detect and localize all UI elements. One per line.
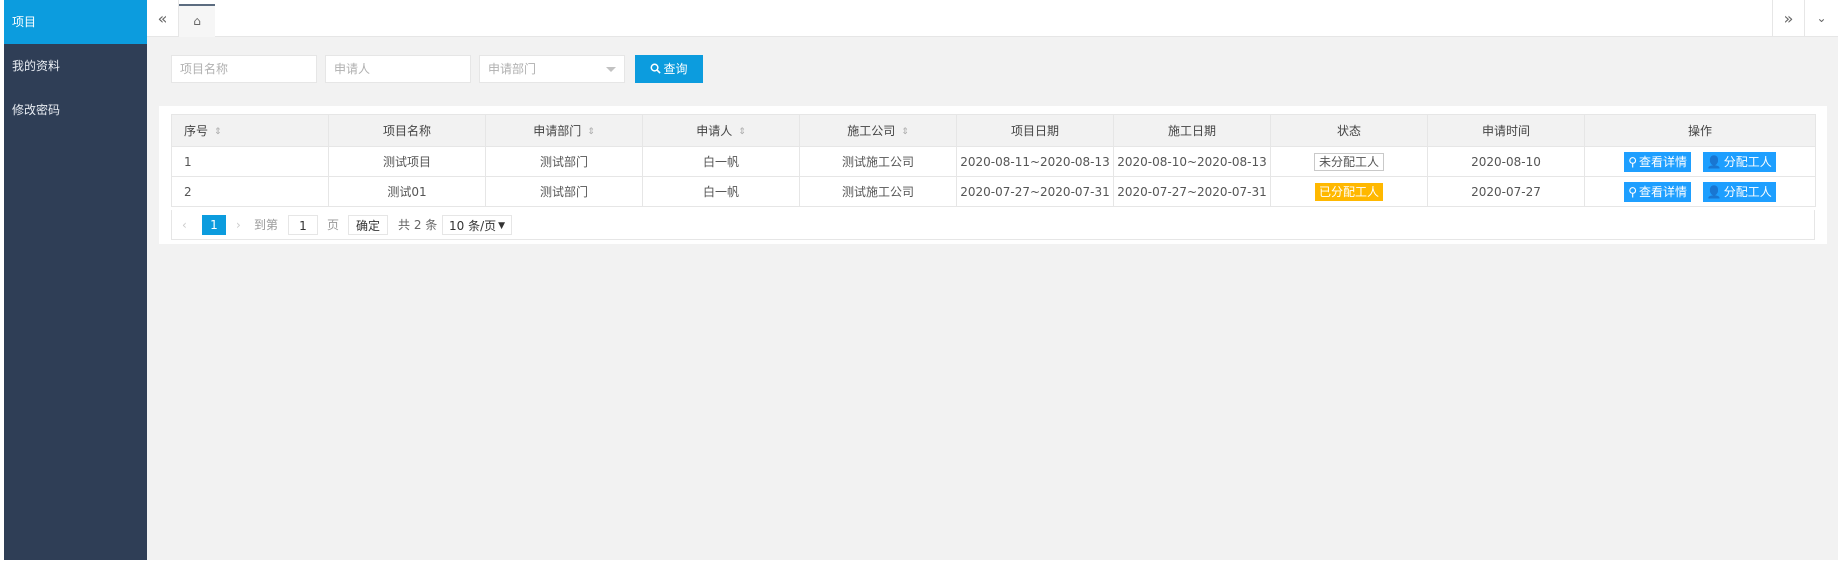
- goto-confirm-button[interactable]: 确定: [348, 215, 388, 235]
- col-header-company-label: 施工公司: [847, 124, 896, 138]
- page-unit-label: 页: [327, 218, 340, 232]
- cell-company: 测试施工公司: [799, 146, 957, 177]
- sort-icon[interactable]: ⇕: [587, 127, 595, 137]
- col-header-project-date: 项目日期: [956, 114, 1114, 147]
- sidebar-item-change-password[interactable]: 修改密码: [4, 88, 147, 132]
- view-details-label: 查看详情: [1638, 184, 1687, 199]
- department-select[interactable]: 申请部门: [479, 55, 625, 83]
- tab-more-chevron-down-icon[interactable]: ⌄: [1804, 0, 1838, 37]
- sort-icon[interactable]: ⇕: [901, 127, 909, 137]
- search-icon: ⚲: [1628, 154, 1637, 169]
- col-header-apply-time: 申请时间: [1427, 114, 1585, 147]
- sidebar-item-project[interactable]: 项目: [4, 0, 147, 44]
- cell-status: 已分配工人: [1270, 176, 1428, 207]
- query-button[interactable]: 查询: [635, 55, 703, 83]
- cell-status: 未分配工人: [1270, 146, 1428, 177]
- sidebar-item-my-profile[interactable]: 我的资料: [4, 44, 147, 88]
- goto-page-input[interactable]: 1: [288, 215, 318, 235]
- col-header-construction-date: 施工日期: [1113, 114, 1271, 147]
- view-details-label: 查看详情: [1638, 154, 1687, 169]
- cell-construction-date: 2020-07-27~2020-07-31: [1113, 176, 1271, 207]
- search-icon: ⚲: [1628, 184, 1637, 199]
- col-header-index[interactable]: 序号 ⇕: [171, 114, 329, 147]
- cell-operations: ⚲ 查看详情 👤 分配工人: [1584, 176, 1816, 207]
- assign-worker-label: 分配工人: [1723, 184, 1772, 199]
- cell-index: 2: [171, 176, 329, 207]
- current-page-button[interactable]: 1: [202, 215, 226, 235]
- user-icon: 👤: [1706, 184, 1722, 199]
- window-edge-bottom: [0, 560, 1842, 564]
- cell-applicant: 白一帆: [642, 146, 800, 177]
- col-header-status: 状态: [1270, 114, 1428, 147]
- col-header-applicant-label: 申请人: [696, 124, 733, 138]
- project-table: 序号 ⇕ 项目名称 申请部门 ⇕ 申请人 ⇕ 施工公司 ⇕ 项目日期 施工日期 状态 申…: [171, 114, 1816, 207]
- applicant-input[interactable]: [325, 55, 471, 83]
- sort-icon[interactable]: ⇕: [738, 127, 746, 137]
- page-size-select[interactable]: 10 条/页 ▼: [442, 215, 512, 235]
- cell-applicant: 白一帆: [642, 176, 800, 207]
- cell-name: 测试01: [328, 176, 486, 207]
- assign-worker-button[interactable]: 👤 分配工人: [1702, 181, 1776, 202]
- tab-home[interactable]: ⌂: [179, 4, 215, 37]
- col-header-index-label: 序号: [184, 124, 209, 138]
- table-panel: 序号 ⇕ 项目名称 申请部门 ⇕ 申请人 ⇕ 施工公司 ⇕ 项目日期 施工日期 状态 申…: [159, 106, 1827, 244]
- cell-project-date: 2020-08-11~2020-08-13: [956, 146, 1114, 177]
- cell-department: 测试部门: [485, 146, 643, 177]
- col-header-department[interactable]: 申请部门 ⇕: [485, 114, 643, 147]
- col-header-applicant[interactable]: 申请人 ⇕: [642, 114, 800, 147]
- prev-page-chevron-left-icon[interactable]: ‹: [182, 215, 187, 235]
- col-header-department-label: 申请部门: [533, 124, 582, 138]
- assign-worker-label: 分配工人: [1723, 154, 1772, 169]
- search-icon: [651, 63, 662, 74]
- tab-scroll-right-icon[interactable]: »: [1772, 0, 1804, 37]
- cell-apply-time: 2020-07-27: [1427, 176, 1585, 207]
- total-count: 共 2 条: [398, 218, 438, 232]
- col-header-company[interactable]: 施工公司 ⇕: [799, 114, 957, 147]
- page-size-value: 10 条/页: [449, 219, 497, 233]
- tab-scroll-left-icon[interactable]: «: [147, 0, 179, 37]
- cell-name: 测试项目: [328, 146, 486, 177]
- cell-construction-date: 2020-08-10~2020-08-13: [1113, 146, 1271, 177]
- cell-company: 测试施工公司: [799, 176, 957, 207]
- cell-department: 测试部门: [485, 176, 643, 207]
- status-badge: 已分配工人: [1314, 182, 1383, 201]
- col-header-operations: 操作: [1584, 114, 1816, 147]
- col-header-name: 项目名称: [328, 114, 486, 147]
- assign-worker-button[interactable]: 👤 分配工人: [1702, 151, 1776, 172]
- app-window: 项目 我的资料 修改密码 « ⌂ » ⌄ 申请部门 查询: [0, 0, 1842, 564]
- sidebar: 项目 我的资料 修改密码: [4, 0, 147, 560]
- query-button-label: 查询: [663, 62, 688, 76]
- goto-label: 到第: [254, 218, 279, 232]
- cell-operations: ⚲ 查看详情 👤 分配工人: [1584, 146, 1816, 177]
- view-details-button[interactable]: ⚲ 查看详情: [1624, 151, 1691, 172]
- status-badge: 未分配工人: [1313, 152, 1384, 171]
- home-icon: ⌂: [193, 14, 201, 28]
- cell-index: 1: [171, 146, 329, 177]
- window-edge-right: [1838, 0, 1842, 564]
- cell-project-date: 2020-07-27~2020-07-31: [956, 176, 1114, 207]
- caret-down-icon: ▼: [498, 221, 505, 231]
- tab-bar: « ⌂ » ⌄: [147, 0, 1838, 37]
- department-select-placeholder: 申请部门: [488, 62, 537, 76]
- caret-down-icon: [606, 67, 616, 72]
- main-content: « ⌂ » ⌄ 申请部门 查询: [147, 0, 1838, 560]
- user-icon: 👤: [1706, 154, 1722, 169]
- table-row: 1 测试项目 测试部门 白一帆 测试施工公司 2020-08-11~2020-0…: [171, 146, 1816, 177]
- next-page-chevron-right-icon[interactable]: ›: [236, 215, 241, 235]
- sort-icon[interactable]: ⇕: [214, 127, 222, 137]
- table-row: 2 测试01 测试部门 白一帆 测试施工公司 2020-07-27~2020-0…: [171, 176, 1816, 207]
- view-details-button[interactable]: ⚲ 查看详情: [1624, 181, 1691, 202]
- cell-apply-time: 2020-08-10: [1427, 146, 1585, 177]
- project-name-input[interactable]: [171, 55, 317, 83]
- table-header-row: 序号 ⇕ 项目名称 申请部门 ⇕ 申请人 ⇕ 施工公司 ⇕ 项目日期 施工日期 状态 申…: [171, 114, 1816, 147]
- pagination: ‹ 1 › 到第 1 页 确定 共 2 条 10 条/页 ▼: [171, 210, 1815, 240]
